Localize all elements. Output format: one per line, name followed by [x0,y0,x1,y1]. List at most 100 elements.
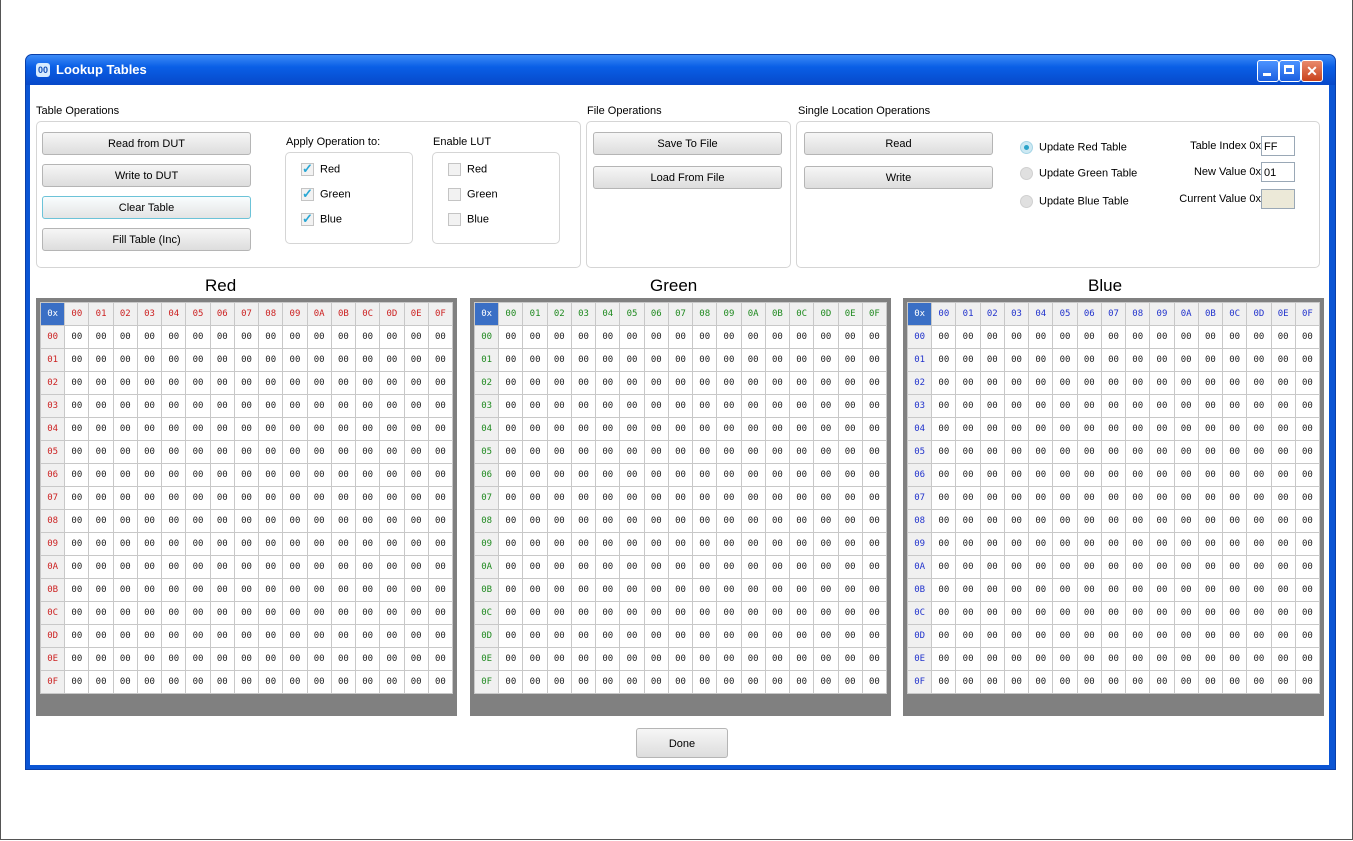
lut-cell[interactable]: 00 [88,417,114,441]
lut-cell[interactable]: 00 [1149,463,1175,487]
lut-cell[interactable]: 00 [643,486,669,510]
lut-cell[interactable]: 00 [209,371,235,395]
lut-cell[interactable]: 00 [1076,647,1102,671]
lut-cell[interactable]: 00 [282,578,308,602]
lut-cell[interactable]: 00 [979,463,1005,487]
lut-cell[interactable]: 00 [1270,509,1296,533]
lut-cell[interactable]: 00 [233,601,260,625]
lut-cell[interactable]: 00 [861,325,888,349]
lut-cell[interactable]: 00 [1052,647,1078,671]
lut-cell[interactable]: 00 [861,624,888,648]
lut-cell[interactable]: 00 [1270,486,1296,510]
lut-cell[interactable]: 00 [233,578,260,602]
lut-cell[interactable]: 00 [955,555,981,579]
lut-cell[interactable]: 00 [258,509,284,533]
lut-cell[interactable]: 00 [403,532,429,556]
lut-cell[interactable]: 00 [546,325,572,349]
lut-cell[interactable]: 00 [379,601,405,625]
lut-cell[interactable]: 00 [813,509,839,533]
lut-cell[interactable]: 00 [716,486,742,510]
lut-cell[interactable]: 00 [379,371,405,395]
lut-cell[interactable]: 00 [813,670,839,694]
lut-cell[interactable]: 00 [1270,532,1296,556]
lut-cell[interactable]: 00 [1125,348,1151,372]
lut-cell[interactable]: 00 [403,670,429,694]
lut-cell[interactable]: 00 [233,486,260,510]
lut-cell[interactable]: 00 [1173,417,1199,441]
lut-cell[interactable]: 00 [692,624,718,648]
lut-cell[interactable]: 00 [522,325,548,349]
lut-cell[interactable]: 00 [931,325,957,349]
lut-cell[interactable]: 00 [1100,555,1127,579]
lut-cell[interactable]: 00 [619,601,645,625]
lut-cell[interactable]: 00 [716,348,742,372]
lut-cell[interactable]: 00 [955,348,981,372]
lut-cell[interactable]: 00 [643,670,669,694]
lut-cell[interactable]: 00 [136,509,163,533]
lut-cell[interactable]: 00 [161,348,187,372]
lut-cell[interactable]: 00 [764,394,791,418]
lut-cell[interactable]: 00 [1173,371,1199,395]
lut-cell[interactable]: 00 [306,440,332,464]
lut-cell[interactable]: 00 [643,647,669,671]
lut-cell[interactable]: 00 [330,555,357,579]
lut-cell[interactable]: 00 [427,670,454,694]
lut-cell[interactable]: 00 [1028,440,1054,464]
lut-cell[interactable]: 00 [595,394,621,418]
lut-cell[interactable]: 00 [716,463,742,487]
lut-cell[interactable]: 00 [740,486,766,510]
lut-cell[interactable]: 00 [136,601,163,625]
lut-cell[interactable]: 00 [740,601,766,625]
lut-cell[interactable]: 00 [88,371,114,395]
lut-cell[interactable]: 00 [355,348,381,372]
lut-cell[interactable]: 00 [813,532,839,556]
lut-cell[interactable]: 00 [330,486,357,510]
lut-cell[interactable]: 00 [955,532,981,556]
lut-cell[interactable]: 00 [233,348,260,372]
lut-cell[interactable]: 00 [955,578,981,602]
lut-cell[interactable]: 00 [837,463,863,487]
lut-cell[interactable]: 00 [161,578,187,602]
lut-cell[interactable]: 00 [1052,371,1078,395]
lut-cell[interactable]: 00 [1173,647,1199,671]
lut-cell[interactable]: 00 [979,647,1005,671]
lut-cell[interactable]: 00 [595,647,621,671]
lut-cell[interactable]: 00 [1003,440,1030,464]
lut-cell[interactable]: 00 [1246,394,1272,418]
lut-cell[interactable]: 00 [667,486,694,510]
lut-cell[interactable]: 00 [282,486,308,510]
lut-cell[interactable]: 00 [112,486,138,510]
lut-cell[interactable]: 00 [1294,532,1321,556]
lut-cell[interactable]: 00 [740,670,766,694]
lut-cell[interactable]: 00 [716,601,742,625]
lut-cell[interactable]: 00 [692,578,718,602]
lut-cell[interactable]: 00 [1076,555,1102,579]
lut-cell[interactable]: 00 [522,578,548,602]
lut-cell[interactable]: 00 [209,555,235,579]
lut-cell[interactable]: 00 [1173,486,1199,510]
lut-cell[interactable]: 00 [522,394,548,418]
lut-cell[interactable]: 00 [355,440,381,464]
lut-cell[interactable]: 00 [979,325,1005,349]
lut-cell[interactable]: 00 [88,555,114,579]
lut-cell[interactable]: 00 [764,440,791,464]
lut-cell[interactable]: 00 [112,417,138,441]
lut-cell[interactable]: 00 [161,371,187,395]
lut-cell[interactable]: 00 [1076,601,1102,625]
lut-cell[interactable]: 00 [716,509,742,533]
lut-cell[interactable]: 00 [1149,371,1175,395]
lut-cell[interactable]: 00 [619,486,645,510]
lut-cell[interactable]: 00 [379,670,405,694]
lut-cell[interactable]: 00 [64,509,90,533]
lut-cell[interactable]: 00 [837,555,863,579]
lut-cell[interactable]: 00 [789,440,815,464]
lut-cell[interactable]: 00 [861,670,888,694]
lut-cell[interactable]: 00 [1028,555,1054,579]
lut-cell[interactable]: 00 [88,463,114,487]
lut-cell[interactable]: 00 [570,578,597,602]
lut-cell[interactable]: 00 [716,578,742,602]
lut-cell[interactable]: 00 [64,417,90,441]
lut-cell[interactable]: 00 [955,394,981,418]
lut-cell[interactable]: 00 [1076,486,1102,510]
lut-cell[interactable]: 00 [427,394,454,418]
